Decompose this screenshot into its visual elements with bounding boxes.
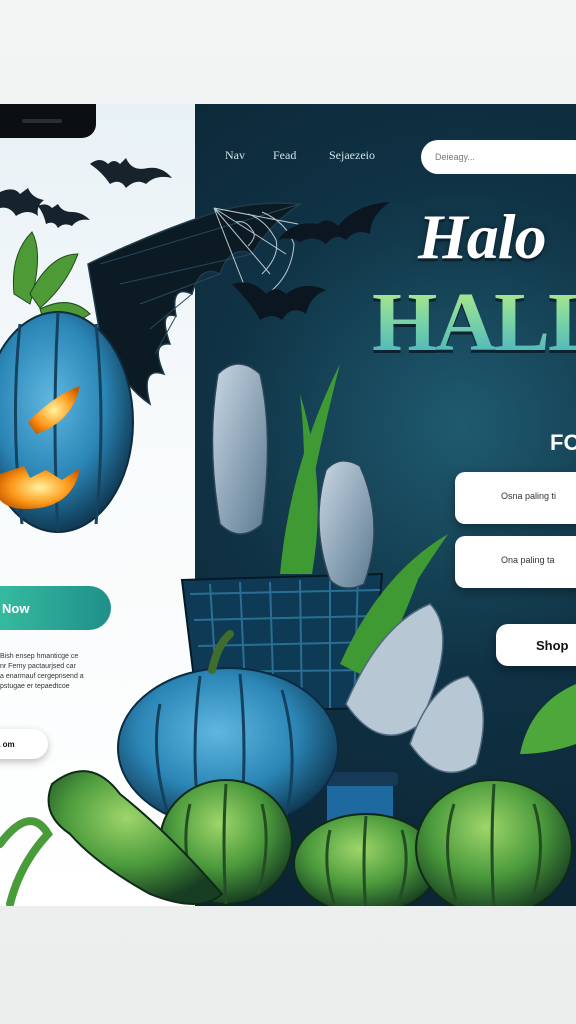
nav-link-1[interactable]: Nav [225, 148, 245, 163]
paragraph-line: nr Ferny pactaurjsed car [0, 663, 76, 670]
feature-card-2[interactable]: Ona paling ta [455, 536, 576, 588]
feature-card-1[interactable]: Osna paling ti [455, 472, 576, 524]
hero-subtitle: FO [550, 430, 576, 455]
bat-icon [232, 282, 326, 320]
left-paragraph: Bish ensep hmanticge ce nr Ferny pactaur… [0, 652, 125, 692]
shop-button[interactable]: Shop [496, 624, 576, 666]
leaf-icon [520, 684, 576, 754]
notch-bar [22, 119, 62, 123]
app-frame: Nav Fead Sejaezeio Halo HALLO FO Osna pa… [0, 104, 576, 906]
now-button[interactable]: Now [0, 586, 111, 630]
leaf-icon [12, 231, 91, 326]
feature-card-text: Ona paling ta [501, 555, 555, 565]
bat-icon [38, 204, 90, 228]
paragraph-line: pstugae er tepaedtcoe [0, 683, 70, 690]
paragraph-line: Bish ensep hmanticge ce [0, 653, 79, 660]
search-input[interactable] [421, 140, 576, 174]
hero-title-line1: Halo [418, 201, 547, 272]
paragraph-line: a enarmauf cergepnsend a [0, 673, 84, 680]
bat-icon [0, 188, 44, 216]
bat-icon [90, 158, 172, 188]
nav-link-3[interactable]: Sejaezeio [329, 148, 375, 163]
small-button[interactable]: a om [0, 729, 48, 759]
device-notch [0, 104, 96, 138]
pumpkin-icon [415, 779, 573, 906]
feature-card-text: Osna paling ti [501, 491, 557, 501]
nav-link-2[interactable]: Fead [273, 148, 296, 163]
hero-title-line2: HALLO [372, 274, 576, 371]
